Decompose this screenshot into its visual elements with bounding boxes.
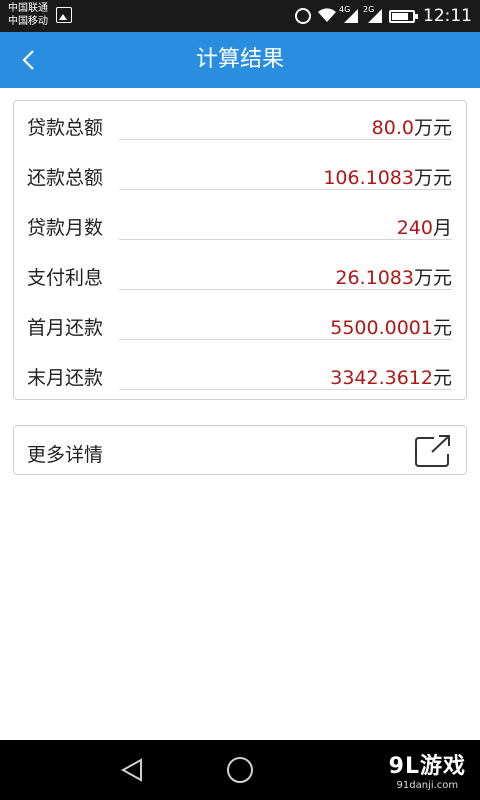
more-details-label: 更多详情 <box>27 444 104 466</box>
row-value: 5500.0001元 <box>330 313 452 340</box>
result-row-interest: 支付利息 26.1083万元 <box>14 251 466 301</box>
row-divider <box>119 339 452 340</box>
row-number: 26.1083 <box>335 267 414 289</box>
row-value: 3342.3612元 <box>330 363 452 390</box>
nav-back-button[interactable] <box>120 757 144 783</box>
row-divider <box>119 239 452 240</box>
row-unit: 元 <box>432 317 452 339</box>
signal-2g-icon: 2G <box>363 5 383 25</box>
row-divider <box>119 189 452 190</box>
row-value: 106.1083万元 <box>323 163 452 190</box>
status-bar: 中国联通 中国移动 4G 2G 12:11 <box>0 0 480 32</box>
row-label: 首月还款 <box>27 317 104 339</box>
row-label: 贷款月数 <box>27 217 104 239</box>
row-divider <box>119 139 452 140</box>
clock: 12:11 <box>423 6 472 26</box>
watermark-url: 91danji.com <box>396 780 459 791</box>
result-row-repay-total: 还款总额 106.1083万元 <box>14 151 466 201</box>
page-title: 计算结果 <box>195 47 284 72</box>
row-divider <box>119 289 452 290</box>
net-label-1: 4G <box>339 5 351 14</box>
alarm-icon <box>295 8 311 24</box>
result-row-loan-months: 贷款月数 240月 <box>14 201 466 251</box>
row-number: 80.0 <box>371 117 414 139</box>
row-number: 5500.0001 <box>330 317 433 339</box>
row-label: 末月还款 <box>27 367 104 389</box>
back-button[interactable] <box>10 42 46 78</box>
carrier-names: 中国联通 中国移动 <box>8 2 48 28</box>
row-label: 还款总额 <box>27 167 104 189</box>
navigation-bar: 9L游戏 91danji.com <box>0 740 480 800</box>
chevron-left-icon <box>22 50 34 70</box>
row-value: 26.1083万元 <box>335 263 452 290</box>
row-unit: 万元 <box>413 167 452 189</box>
external-link-icon <box>415 435 450 467</box>
row-unit: 万元 <box>413 267 452 289</box>
app-bar: 计算结果 <box>0 32 480 88</box>
wifi-icon <box>317 7 336 25</box>
row-value: 80.0万元 <box>372 113 452 140</box>
nav-home-button[interactable] <box>227 757 253 783</box>
result-row-last-month: 末月还款 3342.3612元 <box>14 351 466 401</box>
more-details-button[interactable]: 更多详情 <box>13 425 467 475</box>
gallery-notification-icon <box>56 7 72 23</box>
results-card: 贷款总额 80.0万元 还款总额 106.1083万元 贷款月数 240月 支付… <box>13 100 467 400</box>
row-unit: 月 <box>432 217 452 239</box>
watermark-logo: 9L游戏 <box>388 754 466 779</box>
row-divider <box>119 389 452 390</box>
status-icons: 4G 2G 12:11 <box>295 0 472 32</box>
row-number: 3342.3612 <box>330 367 433 389</box>
row-value: 240月 <box>397 213 452 240</box>
row-label: 贷款总额 <box>27 117 104 139</box>
battery-icon <box>389 9 418 23</box>
net-label-2: 2G <box>363 5 375 14</box>
row-number: 106.1083 <box>323 167 414 189</box>
carrier-2: 中国移动 <box>8 16 48 27</box>
row-unit: 万元 <box>413 117 452 139</box>
carrier-1: 中国联通 <box>8 3 48 14</box>
result-row-loan-total: 贷款总额 80.0万元 <box>14 101 466 151</box>
row-label: 支付利息 <box>27 267 104 289</box>
watermark: 9L游戏 91danji.com <box>389 748 466 791</box>
signal-4g-icon: 4G <box>339 5 359 25</box>
row-unit: 元 <box>432 367 452 389</box>
row-number: 240 <box>396 217 433 239</box>
result-row-first-month: 首月还款 5500.0001元 <box>14 301 466 351</box>
